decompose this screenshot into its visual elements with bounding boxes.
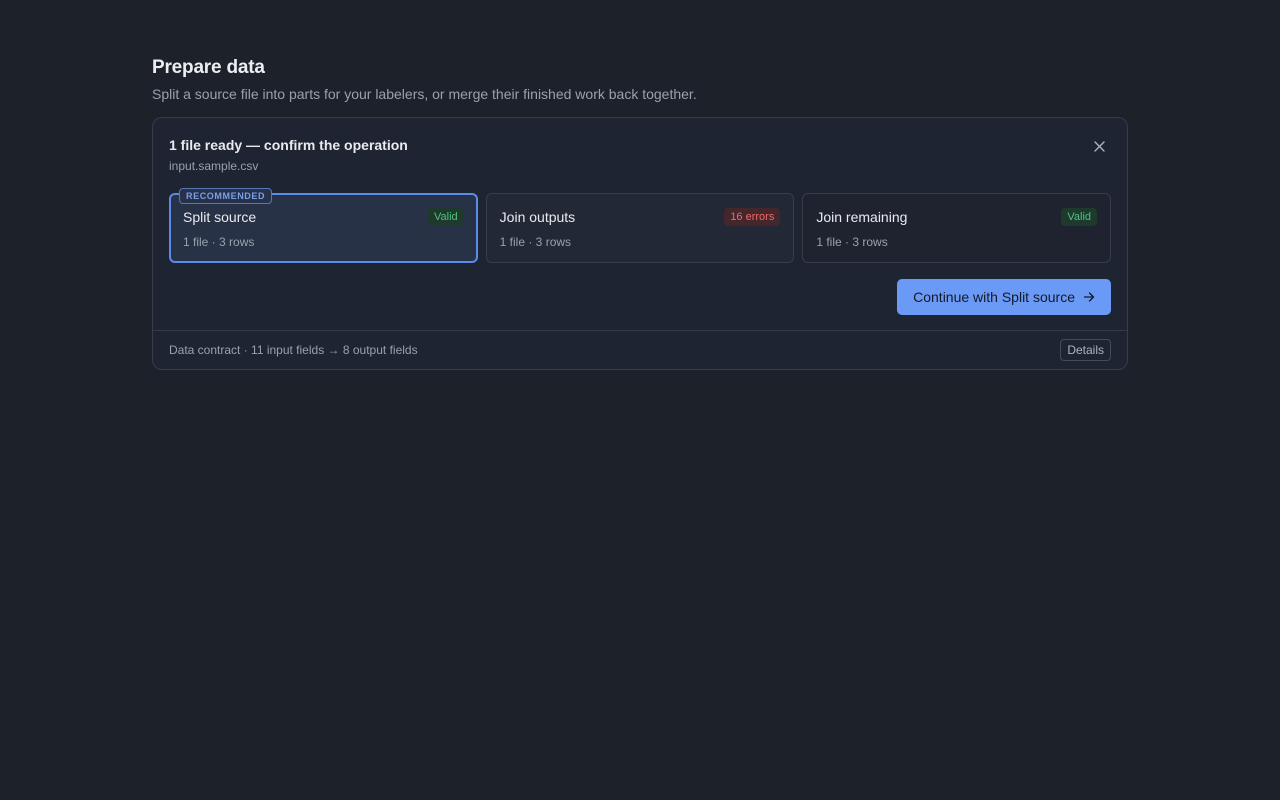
panel-footer: Data contract · 11 input fields → 8 outp… [153,330,1127,369]
status-badge: Valid [1061,208,1098,226]
operation-panel: 1 file ready — confirm the operation inp… [152,117,1128,370]
panel-title: 1 file ready — confirm the operation [169,137,408,153]
operation-options: RECOMMENDED Split source Valid 1 file · … [169,188,1112,263]
recommended-tag: RECOMMENDED [179,188,273,204]
option-meta: 1 file · 3 rows [499,235,572,249]
status-badge: 16 errors [724,208,781,226]
option-meta: 1 file · 3 rows [816,235,888,249]
prepare-data-page: Prepare data Split a source file into pa… [152,56,1128,370]
data-contract-summary: Data contract · 11 input fields → 8 outp… [169,343,418,357]
details-button[interactable]: Details [1060,339,1111,361]
option-title: Join remaining [816,209,908,225]
option-join-outputs[interactable]: Join outputs 16 errors 1 file · 3 rows [485,193,795,263]
option-title: Split source [183,209,257,225]
continue-button[interactable]: Continue with Split source [897,279,1111,315]
arrow-right-icon [1083,292,1095,302]
option-split-source[interactable]: RECOMMENDED Split source Valid 1 file · … [169,188,478,263]
page-title: Prepare data [152,57,265,78]
close-button[interactable] [1089,136,1109,156]
option-meta: 1 file · 3 rows [183,235,255,249]
option-title: Join outputs [499,209,576,225]
option-join-remaining[interactable]: Join remaining Valid 1 file · 3 rows [802,193,1112,263]
continue-button-label: Continue with Split source [913,289,1075,305]
file-name: input.sample.csv [169,159,259,173]
status-badge: Valid [428,208,464,226]
page-subtitle: Split a source file into parts for your … [152,86,697,102]
close-icon [1093,140,1105,152]
